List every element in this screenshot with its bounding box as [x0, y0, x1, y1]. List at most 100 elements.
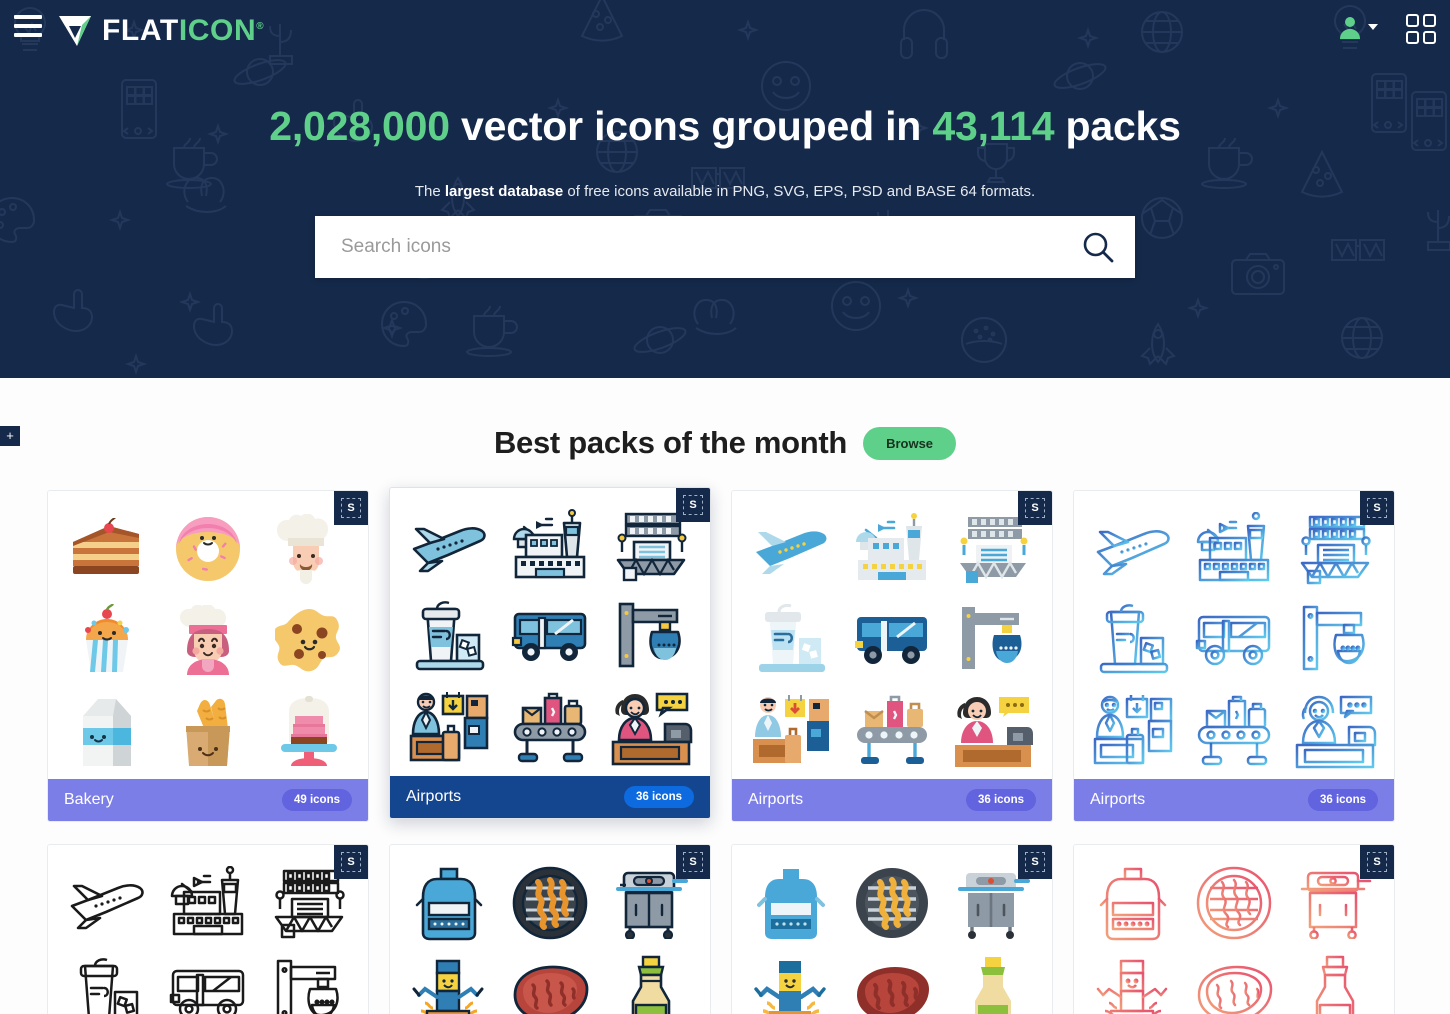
boarding-gate-icon	[277, 959, 340, 1014]
barbecue-chef-icon	[1096, 959, 1167, 1014]
milk-carton-icon	[82, 699, 131, 767]
s-badge-letter: S	[1025, 498, 1045, 518]
check-in-desk-icon	[409, 692, 488, 762]
airplane-icon	[70, 883, 144, 929]
barbecue-chef-icon	[753, 960, 826, 1014]
pack-grid: S Bakery 49 icons S Airports 36 icons S …	[47, 461, 1403, 1014]
sauce-bottle-icon	[632, 955, 671, 1014]
logo-trademark: ®	[256, 21, 265, 32]
grill-grate-icon	[1196, 866, 1272, 939]
pack-icon-preview	[390, 845, 710, 1014]
top-navigation-bar: FLATICON®	[0, 0, 1450, 60]
pack-icon-preview	[48, 491, 368, 781]
section-header: Best packs of the month Browse	[0, 378, 1450, 461]
hamburger-menu-icon[interactable]	[14, 15, 42, 37]
coffee-cup-icon	[758, 603, 825, 672]
subtitle-emphasis: largest database	[444, 183, 564, 200]
pack-icon-preview	[732, 845, 1052, 1014]
s-badge-letter: S	[1367, 498, 1387, 518]
airport-terminal-icon	[1196, 511, 1270, 581]
airport-terminal-icon	[512, 508, 586, 578]
icon-count: 2,028,000	[269, 103, 450, 149]
grill-grate-icon	[855, 867, 928, 938]
pack-footer: Airports 36 icons	[390, 776, 710, 818]
pack-card-airports-flat[interactable]: S Airports 36 icons	[731, 490, 1053, 822]
cookie-icon	[275, 608, 341, 672]
airport-terminal-icon	[170, 865, 244, 935]
information-desk-icon	[1296, 696, 1377, 769]
information-desk-icon	[612, 693, 693, 766]
pack-icon-count: 36 icons	[965, 789, 1036, 811]
burger-bar	[14, 24, 42, 28]
pack-footer: Bakery 49 icons	[48, 779, 368, 821]
subtitle-post: of free icons available in PNG, SVG, EPS…	[563, 183, 1036, 200]
burger-bar	[14, 15, 42, 19]
grid-apps-icon[interactable]	[1406, 14, 1436, 44]
premium-s-badge: S	[334, 491, 368, 525]
burger-bar	[14, 33, 42, 37]
pack-card-bbq-flat[interactable]: S	[731, 844, 1053, 1014]
pack-icon-preview	[732, 491, 1052, 781]
premium-s-badge: S	[334, 845, 368, 879]
pack-card-airports-gradient[interactable]: S Airports 36 icons	[1073, 490, 1395, 822]
shuttle-bus-icon	[854, 616, 927, 664]
s-badge-letter: S	[683, 495, 703, 515]
browse-button[interactable]: Browse	[863, 426, 957, 460]
information-desk-icon	[955, 697, 1034, 768]
logo-flat-text: FLAT	[102, 14, 179, 47]
headline-end-text: packs	[1054, 103, 1181, 149]
pack-icon-preview	[48, 845, 368, 1014]
pack-icon-count: 49 icons	[281, 789, 352, 811]
search-bar[interactable]	[315, 216, 1135, 278]
search-submit-button[interactable]	[1061, 216, 1135, 278]
search-magnifier-icon	[1083, 232, 1114, 263]
cake-slice-icon	[72, 517, 139, 574]
airplane-icon	[412, 526, 486, 572]
user-account-menu[interactable]	[1337, 14, 1378, 40]
pack-card-bakery[interactable]: S Bakery 49 icons	[47, 490, 369, 822]
shuttle-bus-icon	[169, 969, 245, 1014]
pack-title: Bakery	[64, 791, 114, 808]
s-badge-letter: S	[683, 852, 703, 872]
barbecue-chef-icon	[412, 959, 484, 1014]
pack-icon-preview	[390, 488, 710, 778]
baggage-conveyor-icon	[1197, 696, 1271, 766]
user-account-icon	[1340, 17, 1360, 39]
pack-icon-preview	[1074, 491, 1394, 781]
coffee-cup-icon	[79, 958, 138, 1014]
female-chef-icon	[179, 604, 229, 675]
s-badge-letter: S	[341, 852, 361, 872]
logo-icon-text: ICON	[178, 14, 257, 47]
pack-title: Airports	[406, 788, 462, 805]
flaticon-logo[interactable]: FLATICON®	[57, 12, 264, 50]
expand-sidebar-tab[interactable]: +	[0, 426, 20, 446]
pack-footer: Airports 36 icons	[1074, 779, 1394, 821]
pack-footer: Airports 36 icons	[732, 779, 1052, 821]
shuttle-bus-icon	[511, 612, 587, 661]
premium-s-badge: S	[676, 488, 710, 522]
hero-headline: 2,028,000 vector icons grouped in 43,114…	[0, 103, 1450, 150]
pack-card-bbq-gradient[interactable]: S	[1073, 844, 1395, 1014]
baggage-conveyor-icon	[513, 693, 587, 763]
boarding-gate-icon	[619, 602, 682, 668]
pack-icon-count: 36 icons	[623, 786, 694, 808]
grid-cell	[1406, 14, 1419, 27]
hero-banner: FLATICON® 2,028,000 vector icons grouped…	[0, 0, 1450, 378]
baggage-conveyor-icon	[856, 696, 927, 765]
pack-card-bbq-filled[interactable]: S	[389, 844, 711, 1014]
grill-grate-icon	[512, 866, 588, 939]
flaticon-logo-text: FLATICON®	[102, 16, 264, 46]
cupcake-icon	[84, 603, 129, 672]
premium-s-badge: S	[1018, 491, 1052, 525]
pack-icon-count: 36 icons	[1307, 789, 1378, 811]
shuttle-bus-icon	[1195, 615, 1271, 666]
pack-count: 43,114	[932, 103, 1055, 149]
bread-bag-icon	[185, 699, 230, 767]
pack-card-airports-filled[interactable]: S Airports 36 icons	[389, 487, 711, 819]
subtitle-pre: The	[414, 183, 445, 200]
sauce-bottle-icon	[975, 956, 1012, 1014]
coffee-cup-icon	[1099, 604, 1168, 674]
main-content: + Best packs of the month Browse S Baker…	[0, 378, 1450, 1014]
search-input[interactable]	[315, 216, 1061, 278]
pack-card-airports-line[interactable]: S	[47, 844, 369, 1014]
